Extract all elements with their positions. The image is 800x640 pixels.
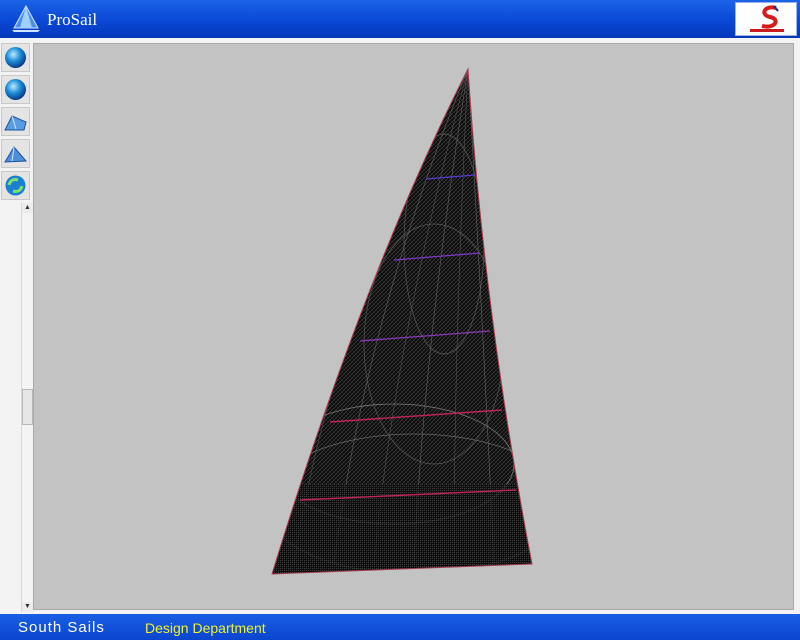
prosail-logo-icon: [12, 4, 40, 32]
globe-view-button[interactable]: [1, 43, 30, 72]
sail-view-button-2[interactable]: [1, 139, 30, 168]
sail-view-icon: [4, 146, 28, 163]
sail-3d-viewport[interactable]: [33, 43, 794, 610]
sail-mesh-drawing: [271, 67, 533, 575]
title-bar: ProSail: [0, 0, 800, 38]
scroll-down-arrow-icon[interactable]: ▼: [22, 602, 33, 612]
sail-view-icon: [4, 115, 27, 131]
vertical-scrollbar[interactable]: ▲ ▼: [21, 203, 33, 612]
view-toolbar: [0, 42, 31, 206]
footer-bar: South Sails Design Department: [0, 614, 800, 640]
sail-view-button[interactable]: [1, 107, 30, 136]
refresh-view-button[interactable]: [1, 171, 30, 200]
globe-icon: [5, 79, 26, 100]
department-name: Design Department: [145, 620, 266, 636]
refresh-globe-icon: [5, 175, 26, 196]
app-title: ProSail: [47, 10, 98, 29]
globe-view-button-2[interactable]: [1, 75, 30, 104]
south-sails-logo-icon: [735, 2, 797, 36]
globe-icon: [5, 47, 26, 68]
scroll-up-arrow-icon[interactable]: ▲: [22, 203, 33, 213]
scroll-thumb[interactable]: [22, 389, 33, 425]
company-name: South Sails: [18, 619, 105, 636]
